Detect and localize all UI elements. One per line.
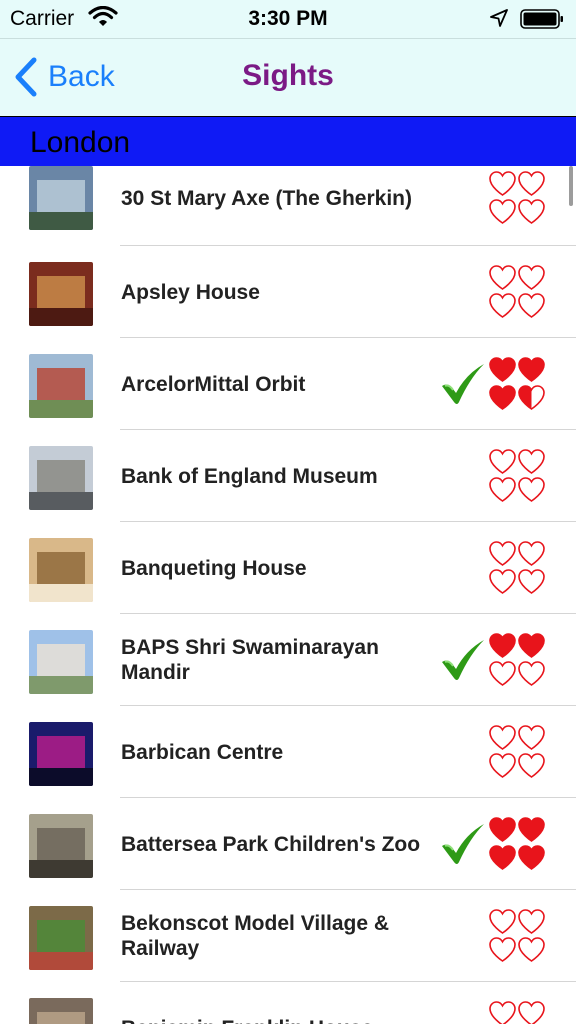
sight-name: Battersea Park Children's Zoo: [121, 832, 421, 856]
rating-hearts: [488, 632, 548, 688]
heart-icon: [489, 541, 516, 566]
sight-name: BAPS Shri Swaminarayan Mandir: [121, 636, 379, 684]
heart-icon: [489, 817, 516, 842]
sight-name: Banqueting House: [121, 556, 307, 580]
heart-icon: [518, 817, 545, 842]
heart-icon: [518, 937, 545, 962]
location-arrow-icon: [490, 9, 508, 27]
navigation-bar: Back Sights: [0, 38, 576, 117]
heart-icon: [518, 753, 545, 778]
sight-row[interactable]: Benjamin Franklin House: [0, 982, 576, 1024]
sight-row[interactable]: 30 St Mary Axe (The Gherkin): [0, 166, 576, 246]
rating-hearts: [488, 724, 548, 780]
heart-icon: [489, 661, 516, 686]
heart-icon: [489, 753, 516, 778]
visited-check-icon: [442, 824, 484, 864]
heart-icon: [518, 385, 545, 410]
sight-thumbnail: [29, 538, 93, 602]
sight-thumbnail: [29, 814, 93, 878]
heart-icon: [489, 845, 516, 870]
heart-icon: [489, 725, 516, 750]
heart-icon: [518, 171, 545, 196]
section-title: London: [30, 126, 131, 159]
heart-icon: [518, 265, 545, 290]
sight-thumbnail: [29, 262, 93, 326]
rating-hearts: [488, 356, 548, 412]
heart-icon: [489, 293, 516, 318]
heart-icon: [518, 293, 545, 318]
sight-name: Benjamin Franklin House: [121, 982, 441, 1024]
sight-thumbnail: [29, 998, 93, 1024]
heart-icon: [489, 937, 516, 962]
heart-icon: [518, 725, 545, 750]
heart-icon: [518, 845, 545, 870]
heart-icon: [518, 1001, 545, 1024]
sight-row[interactable]: Battersea Park Children's Zoo: [0, 798, 576, 890]
sight-row[interactable]: Bekonscot Model Village & Railway: [0, 890, 576, 982]
heart-icon: [518, 199, 545, 224]
heart-icon: [489, 357, 516, 382]
battery-icon: [520, 9, 563, 29]
sight-name: Barbican Centre: [121, 740, 284, 764]
sight-name: Bank of England Museum: [121, 464, 378, 488]
scrollbar[interactable]: [569, 166, 573, 206]
sight-row[interactable]: BAPS Shri Swaminarayan Mandir: [0, 614, 576, 706]
heart-icon: [518, 357, 545, 382]
rating-hearts: [488, 448, 548, 504]
sight-thumbnail: [29, 906, 93, 970]
heart-icon: [518, 477, 545, 502]
page-title: Sights: [242, 59, 334, 92]
rating-hearts: [488, 816, 548, 872]
visited-check-icon: [442, 640, 484, 680]
heart-icon: [489, 265, 516, 290]
rating-hearts: [488, 908, 548, 964]
heart-icon: [489, 199, 516, 224]
sight-row[interactable]: Apsley House: [0, 246, 576, 338]
sight-name: Bekonscot Model Village & Railway: [121, 912, 390, 960]
heart-icon: [518, 909, 545, 934]
heart-icon: [489, 449, 516, 474]
heart-icon: [489, 633, 516, 658]
sights-list[interactable]: 30 St Mary Axe (The Gherkin) Apsley House…: [0, 166, 576, 1024]
rating-hearts: [488, 264, 548, 320]
sight-thumbnail: [29, 354, 93, 418]
heart-icon: [489, 477, 516, 502]
sight-thumbnail: [29, 166, 93, 230]
rating-hearts: [488, 540, 548, 596]
sight-row[interactable]: Banqueting House: [0, 522, 576, 614]
status-bar: Carrier 3:30 PM: [0, 0, 576, 38]
heart-icon: [518, 661, 545, 686]
heart-icon: [518, 569, 545, 594]
rating-hearts: [488, 170, 548, 226]
section-header: London: [0, 116, 576, 168]
sight-name: 30 St Mary Axe (The Gherkin): [121, 186, 412, 210]
heart-icon: [489, 909, 516, 934]
sight-row[interactable]: Bank of England Museum: [0, 430, 576, 522]
sight-row[interactable]: ArcelorMittal Orbit: [0, 338, 576, 430]
rating-hearts: [488, 1000, 548, 1024]
sight-thumbnail: [29, 630, 93, 694]
sight-row[interactable]: Barbican Centre: [0, 706, 576, 798]
sight-name: ArcelorMittal Orbit: [121, 372, 306, 396]
heart-icon: [489, 171, 516, 196]
heart-icon: [518, 449, 545, 474]
sight-name: Apsley House: [121, 280, 260, 304]
heart-icon: [489, 569, 516, 594]
heart-icon: [489, 1001, 516, 1024]
heart-icon: [489, 385, 516, 410]
heart-icon: [518, 541, 545, 566]
sight-thumbnail: [29, 722, 93, 786]
visited-check-icon: [442, 364, 484, 404]
sight-thumbnail: [29, 446, 93, 510]
heart-icon: [518, 633, 545, 658]
